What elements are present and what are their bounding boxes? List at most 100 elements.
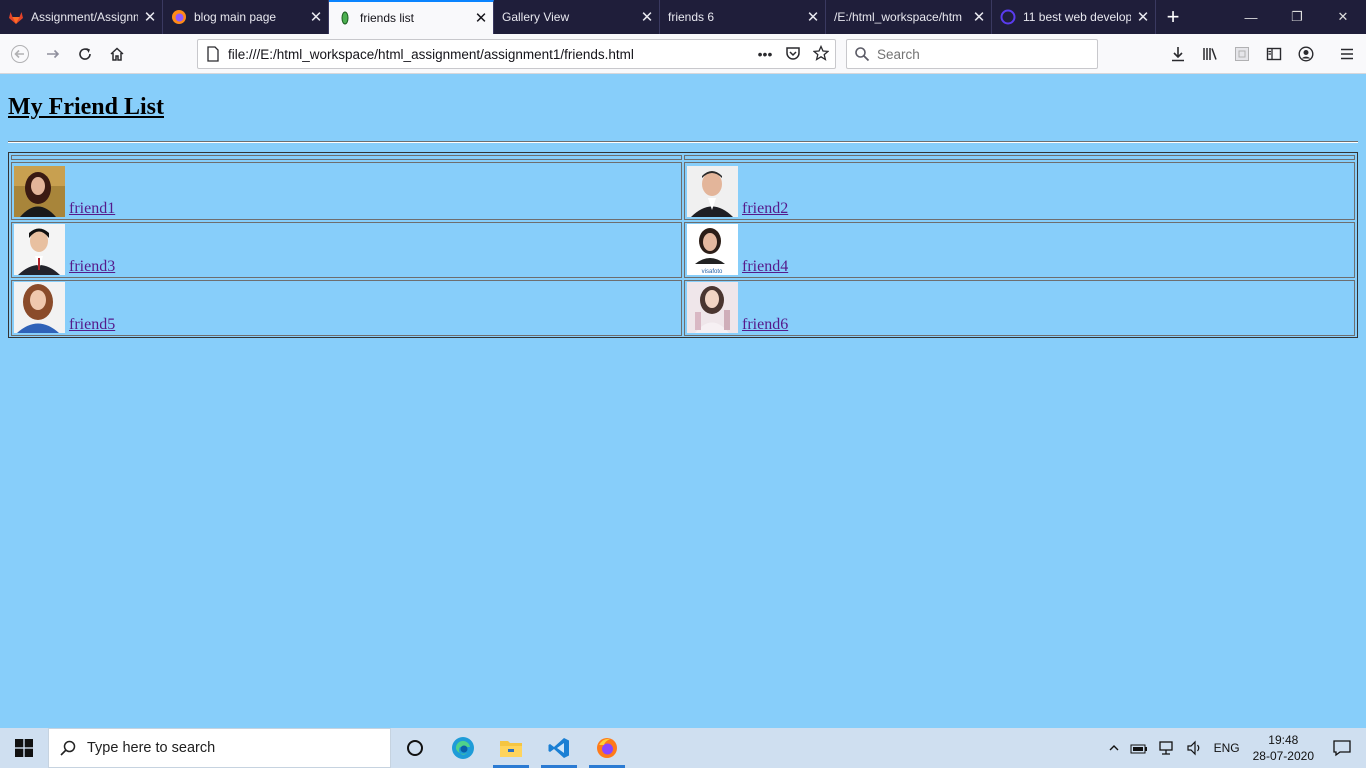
tab-blog-main-page[interactable]: blog main page ✕ (163, 0, 329, 34)
show-hidden-icons-chevron-icon[interactable] (1103, 742, 1125, 754)
friend1-link[interactable]: friend1 (69, 200, 115, 218)
site-icon (1000, 9, 1016, 25)
tab-label: Gallery View (502, 10, 570, 24)
extension-icon (1235, 47, 1249, 61)
friend2-photo (687, 166, 738, 217)
friend-name: friend6 (742, 316, 789, 333)
table-header-row (9, 153, 1357, 161)
friend-cell: friend3 (11, 222, 682, 278)
account-button[interactable] (1291, 39, 1321, 69)
search-icon (847, 46, 877, 62)
friend-name: friend4 (742, 258, 789, 275)
taskbar-search-box[interactable]: Type here to search (48, 728, 391, 768)
friend-name: friend2 (742, 200, 789, 217)
table-row: friend3 visafoto friend4 (9, 221, 1357, 279)
url-bar[interactable]: file:///E:/html_workspace/html_assignmen… (197, 39, 836, 69)
start-button[interactable] (0, 728, 48, 768)
taskbar-clock[interactable]: 19:48 28-07-2020 (1245, 732, 1322, 764)
friend4-photo: visafoto (687, 224, 738, 275)
action-center-button[interactable] (1322, 739, 1366, 757)
edge-icon (452, 737, 474, 759)
table-header-cell (684, 155, 1355, 160)
tab-friends-6[interactable]: friends 6 ✕ (660, 0, 826, 34)
close-icon[interactable]: ✕ (1131, 8, 1155, 26)
friend-name: friend5 (69, 316, 116, 333)
search-bar[interactable]: Search (846, 39, 1098, 69)
url-text[interactable]: file:///E:/html_workspace/html_assignmen… (228, 47, 751, 62)
friend-table: friend1 friend2 friend3 visafoto friend4… (8, 152, 1358, 338)
close-icon[interactable]: ✕ (138, 8, 162, 26)
page-content: My Friend List friend1 friend2 friend3 v… (0, 74, 1366, 728)
edge-taskbar-button[interactable] (439, 728, 487, 768)
close-icon[interactable]: ✕ (967, 8, 991, 26)
sidebar-button[interactable] (1259, 39, 1289, 69)
page-info-icon[interactable] (198, 46, 228, 62)
firefox-taskbar-button[interactable] (583, 728, 631, 768)
new-tab-button[interactable]: + (1156, 0, 1190, 34)
cortana-button[interactable] (391, 728, 439, 768)
reload-button[interactable] (70, 39, 100, 69)
tab-label: Assignment/Assignm (31, 10, 138, 24)
cortana-icon (407, 740, 423, 756)
download-icon (1172, 47, 1184, 62)
pocket-icon[interactable] (779, 45, 807, 64)
close-icon[interactable]: ✕ (469, 9, 493, 27)
friend-cell: friend5 (11, 280, 682, 336)
network-icon[interactable] (1153, 740, 1181, 756)
sidebar-icon (1266, 47, 1282, 61)
gitlab-icon (8, 9, 24, 25)
window-close-button[interactable]: ✕ (1320, 0, 1366, 34)
page-title: My Friend List (8, 94, 164, 120)
minimize-button[interactable]: — (1228, 0, 1274, 34)
back-button[interactable] (5, 39, 35, 69)
library-button[interactable] (1195, 39, 1225, 69)
notification-icon (1333, 740, 1351, 757)
file-explorer-taskbar-button[interactable] (487, 728, 535, 768)
firefox-icon (171, 9, 187, 25)
page-actions-icon[interactable]: ••• (751, 46, 779, 62)
close-icon[interactable]: ✕ (635, 8, 659, 26)
downloads-button[interactable] (1163, 39, 1193, 69)
table-row: friend1 friend2 (9, 161, 1357, 221)
restore-button[interactable]: ❐ (1274, 0, 1320, 34)
tab-assignment[interactable]: Assignment/Assignm ✕ (0, 0, 163, 34)
friend-name: friend3 (69, 258, 116, 275)
battery-icon[interactable] (1125, 741, 1153, 755)
friend6-link[interactable]: friend6 (742, 316, 788, 334)
friend-cell: friend6 (684, 280, 1355, 336)
volume-icon[interactable] (1181, 740, 1209, 756)
tab-label: /E:/html_workspace/htm (834, 10, 963, 24)
system-tray: ENG 19:48 28-07-2020 (1103, 728, 1366, 768)
friend3-link[interactable]: friend3 (69, 258, 115, 276)
forward-button[interactable] (38, 39, 68, 69)
tab-gallery-view[interactable]: Gallery View ✕ (494, 0, 660, 34)
tab-friends-list[interactable]: friends list ✕ (329, 0, 494, 34)
tab-html-workspace[interactable]: /E:/html_workspace/htm ✕ (826, 0, 992, 34)
reload-icon (79, 48, 91, 60)
folder-icon (500, 741, 522, 757)
clock-date: 28-07-2020 (1252, 749, 1314, 763)
windows-logo-icon (15, 739, 33, 757)
friend-cell: friend2 (684, 162, 1355, 220)
bookmark-star-icon[interactable] (807, 44, 835, 64)
home-button[interactable] (102, 39, 132, 69)
clock-time: 19:48 (1268, 733, 1299, 747)
firefox-icon (597, 738, 617, 758)
close-icon[interactable]: ✕ (304, 8, 328, 26)
tab-best-web-develop[interactable]: 11 best web develop ✕ (992, 0, 1156, 34)
back-arrow-icon (11, 45, 29, 63)
friend5-link[interactable]: friend5 (69, 316, 115, 334)
tab-label: 11 best web develop (1023, 10, 1131, 24)
input-language[interactable]: ENG (1209, 741, 1245, 755)
tab-label: friends 6 (668, 10, 715, 24)
divider (8, 141, 1358, 143)
vscode-taskbar-button[interactable] (535, 728, 583, 768)
extension-button[interactable] (1227, 39, 1257, 69)
friend2-link[interactable]: friend2 (742, 200, 788, 218)
menu-button[interactable] (1332, 39, 1362, 69)
close-icon[interactable]: ✕ (801, 8, 825, 26)
home-icon (110, 47, 124, 61)
windows-taskbar: Type here to search ENG 19:48 28-07-2020 (0, 728, 1366, 768)
friend4-link[interactable]: friend4 (742, 258, 788, 276)
account-icon (1298, 46, 1314, 62)
